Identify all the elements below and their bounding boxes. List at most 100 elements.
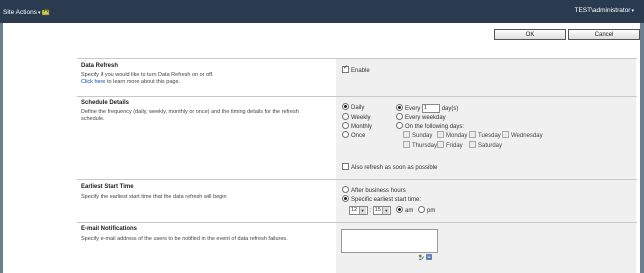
day-label: Monday: [446, 133, 468, 140]
also-refresh-checkbox[interactable]: [342, 163, 349, 170]
am-radio[interactable]: [396, 206, 403, 213]
day-checkbox[interactable]: [403, 131, 410, 138]
every-weekday-option: Every weekday: [396, 113, 446, 122]
learn-more-link[interactable]: Click here: [81, 79, 105, 85]
section-description: Specify the earliest start time that the…: [81, 194, 227, 200]
section-controls: Enable: [336, 59, 636, 96]
address-book-icon[interactable]: [426, 254, 432, 260]
daily-radio[interactable]: [342, 103, 349, 110]
following-days-radio[interactable]: [396, 122, 403, 129]
also-refresh-label: Also refresh as soon as possible: [351, 165, 438, 172]
day-label: Tuesday: [478, 133, 501, 140]
day-checkbox[interactable]: [502, 131, 509, 138]
following-days-label: On the following days:: [405, 124, 465, 131]
day-monday: Monday: [437, 131, 468, 140]
weekly-option: Weekly: [342, 113, 371, 122]
frequency-label: Weekly: [351, 115, 371, 122]
after-hours-radio[interactable]: [342, 186, 349, 193]
after-hours-option: After business hours: [342, 186, 406, 195]
frequency-label: Daily: [351, 105, 365, 112]
monthly-radio[interactable]: [342, 122, 349, 129]
enable-checkbox[interactable]: [342, 64, 349, 73]
navigate-up-icon[interactable]: [42, 8, 50, 16]
frequency-label: Monthly: [351, 124, 373, 131]
time-picker: 12 ▼ : 15 ▼ am pm: [349, 206, 435, 215]
specific-time-option: Specific earliest start time:: [342, 195, 422, 204]
section-title: Earliest Start Time: [81, 184, 134, 190]
day-checkbox[interactable]: [437, 141, 444, 148]
email-recipients-input[interactable]: [341, 229, 438, 253]
section-title: Schedule Details: [81, 100, 130, 106]
ok-button[interactable]: OK: [494, 29, 566, 40]
right-frame: [640, 23, 644, 273]
minute-value: 15: [374, 207, 381, 213]
section-info: Data Refresh Specify if you would like t…: [77, 59, 334, 96]
day-checkbox[interactable]: [437, 131, 444, 138]
day-label: Saturday: [478, 143, 503, 150]
following-days-option: On the following days:: [396, 122, 465, 131]
frequency-label: Once: [351, 133, 366, 140]
section-info: Schedule Details Define the frequency (d…: [77, 97, 334, 179]
weekly-radio[interactable]: [342, 113, 349, 120]
chevron-down-icon: ▼: [382, 207, 390, 214]
every-weekday-radio[interactable]: [396, 113, 403, 120]
minute-select[interactable]: 15 ▼: [372, 206, 392, 215]
day-checkbox[interactable]: [403, 141, 410, 148]
specific-time-label: Specific earliest start time:: [351, 197, 422, 204]
site-actions-label: Site Actions: [3, 9, 37, 16]
schedule-section: Schedule Details Define the frequency (d…: [77, 97, 637, 179]
section-controls: After business hours Specific earliest s…: [336, 180, 636, 222]
data-refresh-section: Data Refresh Specify if you would like t…: [77, 59, 637, 96]
section-title: Data Refresh: [81, 63, 119, 69]
chevron-down-icon: ▼: [358, 207, 366, 214]
every-label: Every: [405, 106, 421, 113]
after-hours-label: After business hours: [351, 188, 406, 195]
chevron-down-icon: ▾: [631, 8, 634, 14]
pm-label: pm: [427, 208, 436, 215]
section-description: Specify e-mail address of the users to b…: [81, 236, 288, 242]
section-description: Define the frequency (daily, weekly, mon…: [81, 109, 299, 122]
day-saturday: Saturday: [469, 141, 503, 150]
hour-value: 12: [351, 207, 358, 213]
daily-option: Daily: [342, 103, 365, 112]
day-checkbox[interactable]: [469, 131, 476, 138]
cancel-button[interactable]: Cancel: [568, 29, 640, 40]
ribbon-bar: Site Actions▾ TEST\administrator▾: [0, 0, 644, 23]
site-actions-menu[interactable]: Site Actions▾: [3, 9, 40, 16]
day-label: Wednesday: [511, 133, 543, 140]
section-description: Specify if you would like to turn Data R…: [81, 72, 321, 86]
every-n-days-option: Every 1 day(s): [396, 104, 458, 113]
day-label: Sunday: [412, 133, 433, 140]
every-days-input[interactable]: 1: [422, 104, 441, 113]
day-thursday: Thursday: [403, 141, 438, 150]
every-n-days-radio[interactable]: [396, 104, 403, 111]
section-info: Earliest Start Time Specify the earliest…: [77, 180, 334, 222]
once-radio[interactable]: [342, 131, 349, 138]
day-label: Thursday: [412, 143, 438, 150]
chevron-down-icon: ▾: [37, 10, 41, 16]
days-label: day(s): [441, 106, 459, 113]
am-label: am: [405, 208, 414, 215]
day-tuesday: Tuesday: [469, 131, 501, 140]
also-refresh-option: Also refresh as soon as possible: [342, 163, 438, 172]
left-frame: [0, 23, 3, 273]
day-checkbox[interactable]: [469, 141, 476, 148]
hour-select[interactable]: 12 ▼: [349, 206, 368, 215]
enable-label: Enable: [351, 68, 370, 75]
time-separator: :: [369, 208, 371, 215]
start-time-section: Earliest Start Time Specify the earliest…: [77, 180, 637, 222]
once-option: Once: [342, 131, 366, 140]
user-menu[interactable]: TEST\administrator▾: [574, 7, 634, 14]
specific-time-radio[interactable]: [342, 195, 349, 202]
enable-option: Enable: [342, 64, 370, 75]
check-names-icon[interactable]: [418, 254, 424, 260]
day-friday: Friday: [437, 141, 463, 150]
section-title: E-mail Notifications: [81, 226, 138, 232]
section-controls: Daily Weekly Monthly Once Every 1 day(s)…: [336, 97, 636, 179]
every-weekday-label: Every weekday: [405, 115, 446, 122]
monthly-option: Monthly: [342, 122, 373, 131]
pm-radio[interactable]: [418, 206, 426, 213]
day-label: Friday: [446, 143, 463, 150]
link-suffix: to learn more about this page.: [105, 79, 181, 85]
section-info: E-mail Notifications Specify e-mail addr…: [77, 223, 334, 273]
